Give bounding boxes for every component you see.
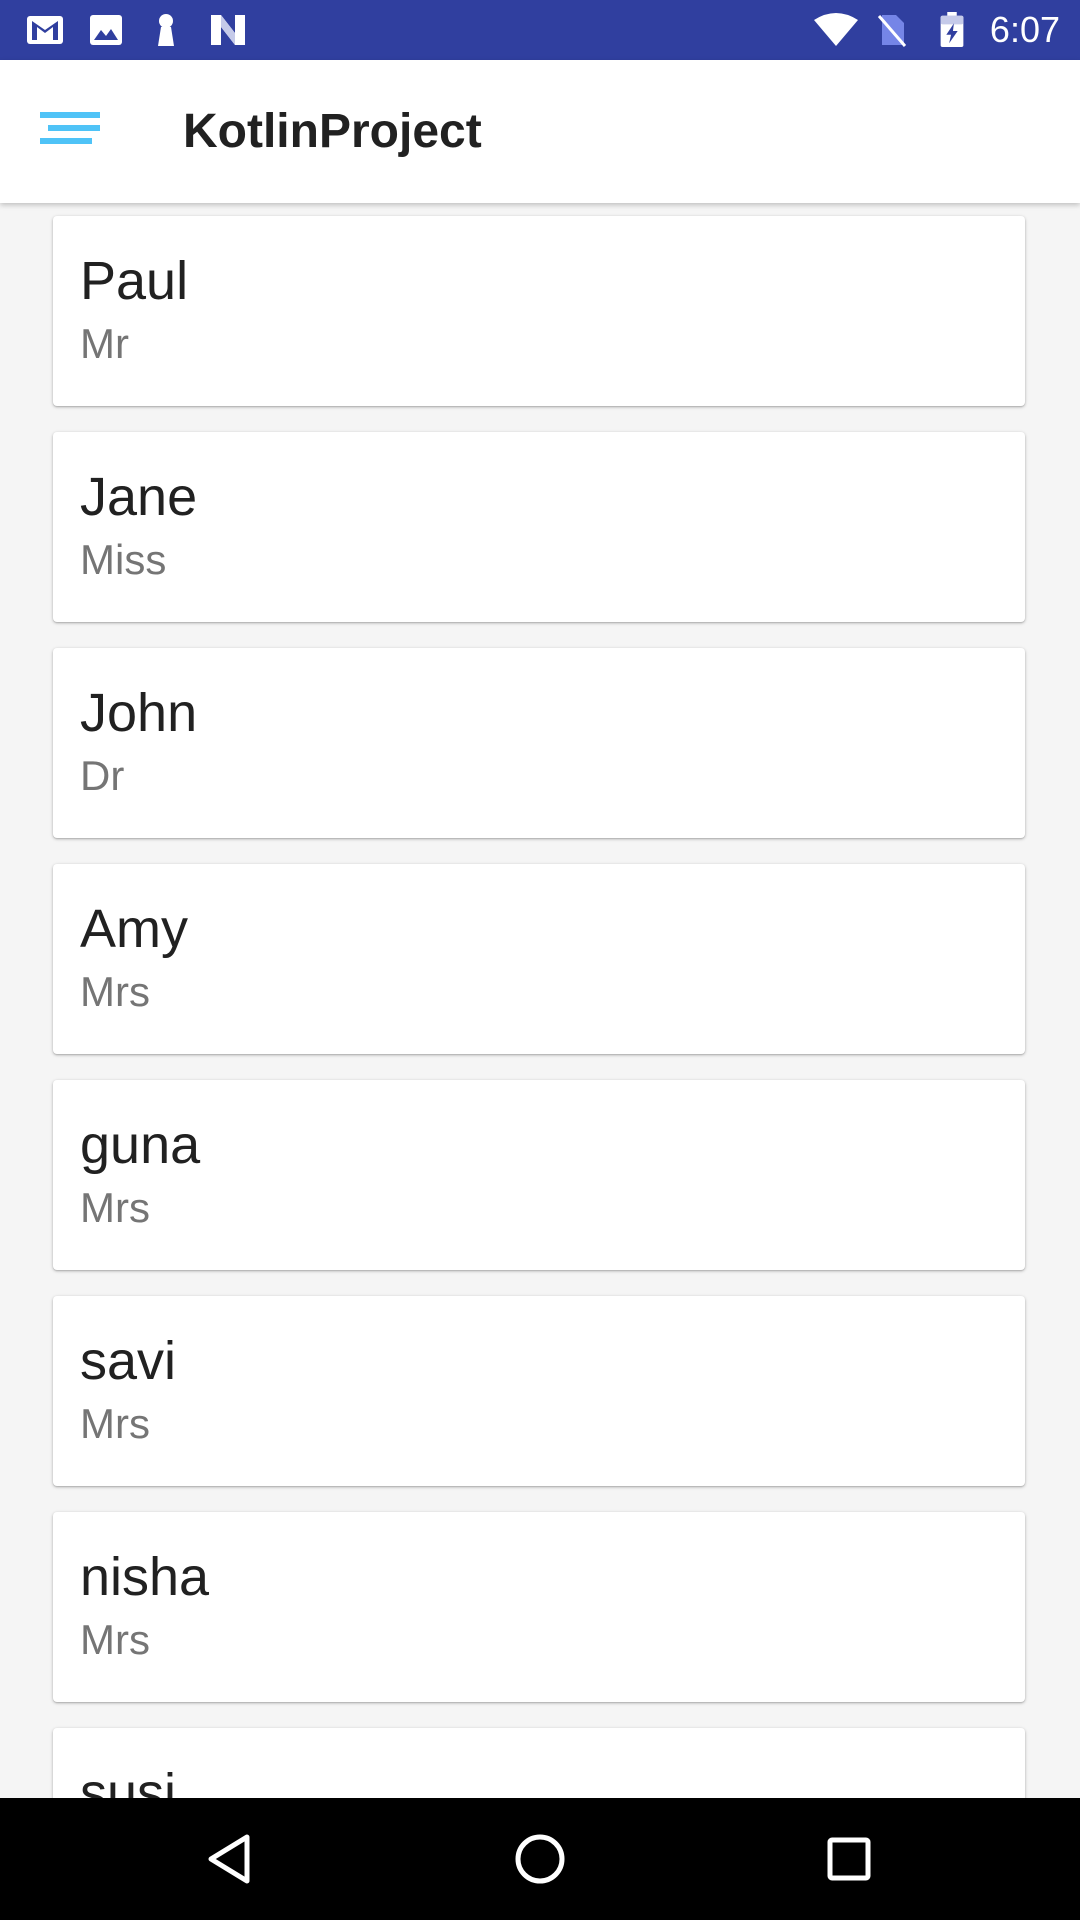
recents-button[interactable] xyxy=(809,1819,889,1899)
page-title: KotlinProject xyxy=(183,105,482,158)
home-button[interactable] xyxy=(500,1819,580,1899)
navigation-bar xyxy=(0,1798,1080,1920)
people-list[interactable]: Paul Mr Jane Miss John Dr Amy Mrs guna M… xyxy=(0,203,1080,1798)
person-title: Dr xyxy=(80,752,125,799)
status-bar: 6:07 xyxy=(0,0,1080,60)
person-title: Mrs xyxy=(80,1400,150,1447)
list-item[interactable]: guna Mrs xyxy=(53,1080,1025,1270)
back-icon xyxy=(208,1834,250,1884)
list-item[interactable]: savi Mrs xyxy=(53,1296,1025,1486)
person-title: Miss xyxy=(80,536,167,583)
home-icon xyxy=(515,1834,565,1884)
sort-menu-icon xyxy=(40,112,100,144)
person-name: Amy xyxy=(80,899,188,959)
person-name: Paul xyxy=(80,251,189,311)
wifi-icon xyxy=(814,13,858,46)
n-logo-icon xyxy=(211,15,245,45)
clock: 6:07 xyxy=(989,9,1060,50)
person-title: Mrs xyxy=(80,968,150,1015)
person-name: Jane xyxy=(80,467,198,527)
app-bar: KotlinProject xyxy=(0,60,1080,203)
person-title: Mrs xyxy=(80,1616,150,1663)
back-button[interactable] xyxy=(191,1819,271,1899)
person-name: savi xyxy=(80,1331,177,1391)
recents-icon xyxy=(827,1837,871,1881)
person-title: Mr xyxy=(80,320,129,367)
person-title: Mrs xyxy=(80,1184,150,1231)
list-item[interactable]: John Dr xyxy=(53,648,1025,838)
list-item[interactable]: nisha Mrs xyxy=(53,1512,1025,1702)
keyhole-icon xyxy=(158,14,174,46)
list-item[interactable]: susi xyxy=(53,1728,1025,1798)
menu-button[interactable] xyxy=(26,82,118,174)
person-name: nisha xyxy=(80,1547,210,1607)
person-name: guna xyxy=(80,1115,201,1175)
image-icon xyxy=(90,15,122,45)
person-name: susi xyxy=(80,1763,177,1798)
gmail-icon xyxy=(27,16,63,44)
battery-charging-icon xyxy=(940,12,964,48)
list-item[interactable]: Amy Mrs xyxy=(53,864,1025,1054)
list-item[interactable]: Jane Miss xyxy=(53,432,1025,622)
person-name: John xyxy=(80,683,198,743)
no-sim-icon xyxy=(877,15,907,47)
list-item[interactable]: Paul Mr xyxy=(53,216,1025,406)
